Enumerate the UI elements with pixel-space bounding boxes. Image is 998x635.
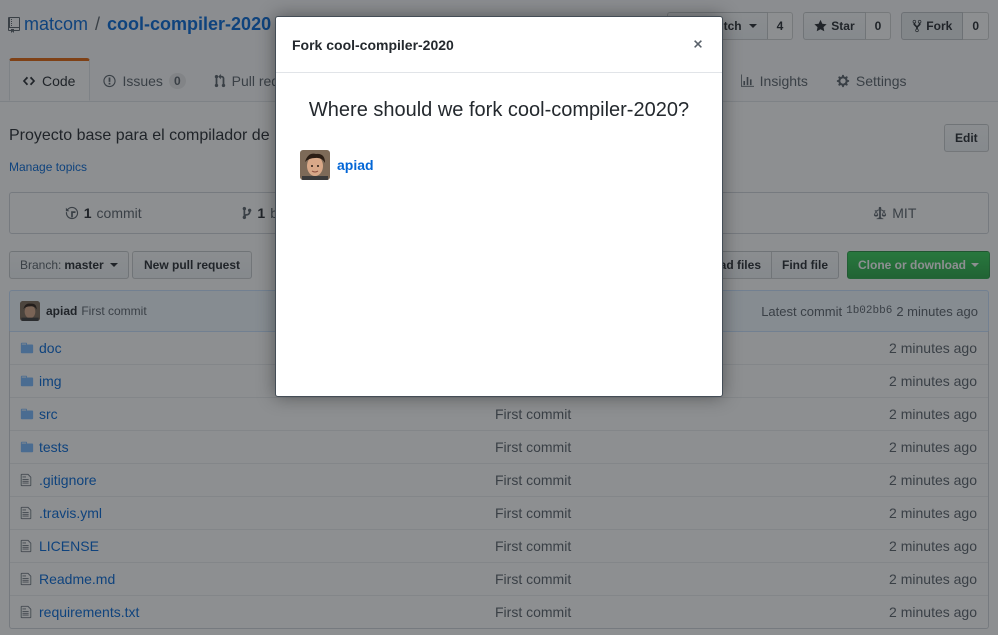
dialog-title: Fork cool-compiler-2020: [292, 36, 454, 53]
fork-target-login: apiad: [337, 157, 374, 173]
fork-question: Where should we fork cool-compiler-2020?: [308, 99, 690, 121]
avatar: [300, 150, 330, 180]
fork-dialog: Fork cool-compiler-2020 Where should we …: [275, 16, 723, 397]
close-icon: [694, 40, 702, 48]
close-button[interactable]: [688, 34, 708, 54]
fork-target-option[interactable]: apiad: [300, 150, 374, 180]
dialog-header: Fork cool-compiler-2020: [276, 17, 722, 73]
